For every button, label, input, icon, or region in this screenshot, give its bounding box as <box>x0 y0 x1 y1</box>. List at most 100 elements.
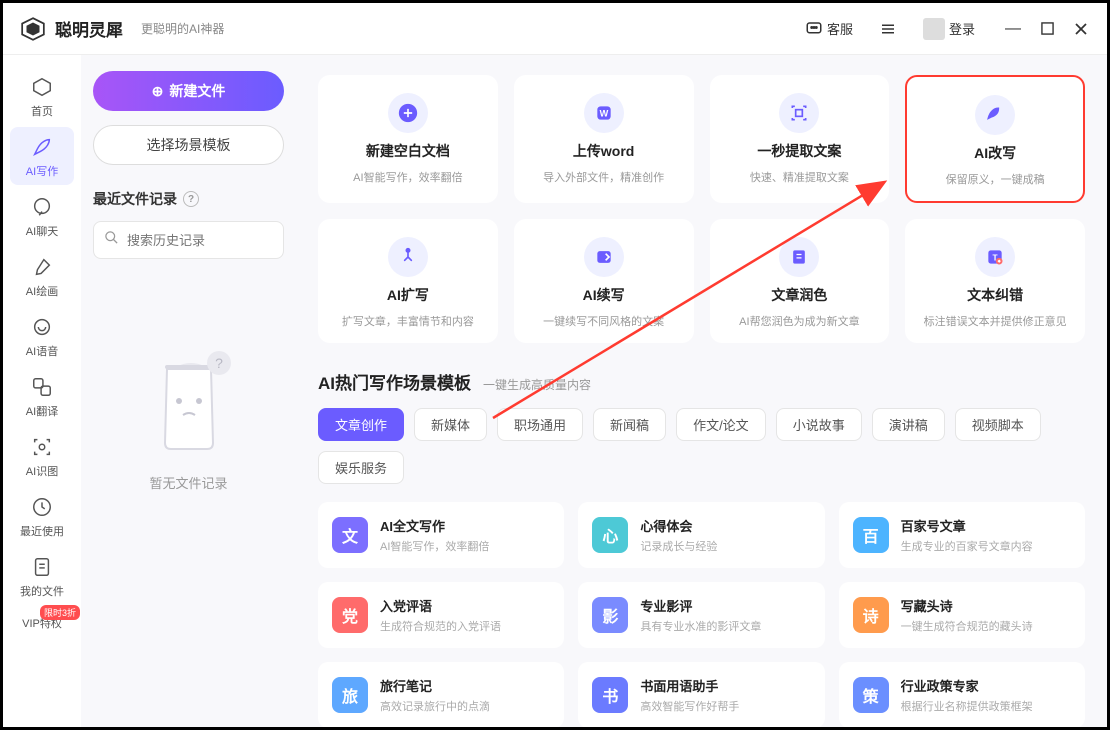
brush-icon <box>30 255 54 279</box>
new-file-button[interactable]: ⊕ 新建文件 <box>93 71 284 111</box>
sidebar-item-ai-write[interactable]: AI写作 <box>10 127 74 185</box>
scan-icon <box>30 435 54 459</box>
feature-card-expand[interactable]: AI扩写 扩写文章，丰富情节和内容 <box>318 219 498 343</box>
recent-title: 最近文件记录 <box>93 189 177 209</box>
hamburger-icon <box>879 20 897 38</box>
sidebar-item-my-files[interactable]: 我的文件 <box>10 547 74 605</box>
tab-2[interactable]: 职场通用 <box>497 408 583 441</box>
svg-text:W: W <box>599 108 608 118</box>
close-button[interactable] <box>1071 19 1091 39</box>
template-grid: 文 AI全文写作 AI智能写作，效率翻倍 心 心得体会 记录成长与经验 百 百家… <box>318 502 1085 727</box>
template-card-1[interactable]: 心 心得体会 记录成长与经验 <box>578 502 824 568</box>
main-content: 新建空白文档 AI智能写作，效率翻倍W 上传word 导入外部文件，精准创作 一… <box>296 55 1107 727</box>
template-icon: 策 <box>853 677 889 713</box>
choose-template-button[interactable]: 选择场景模板 <box>93 125 284 165</box>
sidebar-item-home[interactable]: 首页 <box>10 67 74 125</box>
search-box[interactable] <box>93 221 284 259</box>
tab-3[interactable]: 新闻稿 <box>593 408 666 441</box>
template-card-3[interactable]: 党 入党评语 生成符合规范的入党评语 <box>318 582 564 648</box>
template-title: 行业政策专家 <box>901 676 1033 695</box>
feature-card-rewrite[interactable]: AI改写 保留原义，一键成稿 <box>905 75 1085 203</box>
sidebar-label: AI聊天 <box>26 223 58 239</box>
continue-icon <box>584 237 624 277</box>
feature-card-polish[interactable]: 文章润色 AI帮您润色为成为新文章 <box>710 219 890 343</box>
tab-7[interactable]: 视频脚本 <box>955 408 1041 441</box>
template-card-5[interactable]: 诗 写藏头诗 一键生成符合规范的藏头诗 <box>839 582 1085 648</box>
search-input[interactable] <box>127 233 303 248</box>
sidebar-item-ai-image[interactable]: AI识图 <box>10 427 74 485</box>
template-text: 书面用语助手 高效智能写作好帮手 <box>640 676 739 714</box>
menu-button[interactable] <box>873 16 903 42</box>
feature-card-word[interactable]: W 上传word 导入外部文件，精准创作 <box>514 75 694 203</box>
correct-icon: T <box>975 237 1015 277</box>
template-card-7[interactable]: 书 书面用语助手 高效智能写作好帮手 <box>578 662 824 727</box>
template-card-8[interactable]: 策 行业政策专家 根据行业名称提供政策框架 <box>839 662 1085 727</box>
app-header: 聪明灵犀 更聪明的AI神器 客服 登录 — <box>3 3 1107 55</box>
sidebar-item-vip[interactable]: 限时3折 VIP特权 <box>10 607 74 637</box>
template-card-0[interactable]: 文 AI全文写作 AI智能写作，效率翻倍 <box>318 502 564 568</box>
minimize-button[interactable]: — <box>1003 19 1023 39</box>
support-label: 客服 <box>827 19 853 38</box>
tab-8[interactable]: 娱乐服务 <box>318 451 404 484</box>
feather-icon <box>30 135 54 159</box>
sidebar-item-ai-voice[interactable]: AI语音 <box>10 307 74 365</box>
template-text: 专业影评 具有专业水准的影评文章 <box>640 596 761 634</box>
template-text: AI全文写作 AI智能写作，效率翻倍 <box>380 516 489 554</box>
recent-files-heading: 最近文件记录 ? <box>93 189 284 209</box>
rewrite-icon <box>975 95 1015 135</box>
tab-4[interactable]: 作文/论文 <box>676 408 766 441</box>
feature-desc: AI帮您润色为成为新文章 <box>739 313 859 329</box>
category-tabs: 文章创作新媒体职场通用新闻稿作文/论文小说故事演讲稿视频脚本娱乐服务 <box>318 408 1085 484</box>
sidebar-item-ai-chat[interactable]: AI聊天 <box>10 187 74 245</box>
app-tagline: 更聪明的AI神器 <box>141 20 224 37</box>
template-desc: 高效记录旅行中的点滴 <box>380 698 490 714</box>
template-card-6[interactable]: 旅 旅行笔记 高效记录旅行中的点滴 <box>318 662 564 727</box>
template-desc: 生成符合规范的入党评语 <box>380 618 501 634</box>
feature-desc: 标注错误文本并提供修正意见 <box>924 313 1067 329</box>
translate-icon <box>30 375 54 399</box>
sidebar-item-ai-translate[interactable]: AI翻译 <box>10 367 74 425</box>
file-icon <box>30 555 54 579</box>
support-button[interactable]: 客服 <box>799 15 859 42</box>
template-icon: 百 <box>853 517 889 553</box>
maximize-button[interactable] <box>1037 19 1057 39</box>
tab-5[interactable]: 小说故事 <box>776 408 862 441</box>
empty-text: 暂无文件记录 <box>149 473 227 492</box>
feature-title: 文本纠错 <box>967 285 1023 305</box>
tab-6[interactable]: 演讲稿 <box>872 408 945 441</box>
svg-text:?: ? <box>215 355 223 371</box>
sidebar-label: 我的文件 <box>20 583 64 599</box>
feature-card-correct[interactable]: T 文本纠错 标注错误文本并提供修正意见 <box>905 219 1085 343</box>
template-card-2[interactable]: 百 百家号文章 生成专业的百家号文章内容 <box>839 502 1085 568</box>
login-label: 登录 <box>949 19 975 38</box>
sidebar-label: AI翻译 <box>26 403 58 419</box>
help-icon[interactable]: ? <box>183 191 199 207</box>
feature-card-continue[interactable]: AI续写 一键续写不同风格的文案 <box>514 219 694 343</box>
new-file-label: 新建文件 <box>169 81 225 101</box>
feature-desc: 保留原义，一键成稿 <box>946 171 1045 187</box>
polish-icon <box>779 237 819 277</box>
login-button[interactable]: 登录 <box>917 14 981 44</box>
feature-title: AI续写 <box>583 285 625 305</box>
tab-1[interactable]: 新媒体 <box>414 408 487 441</box>
app-name: 聪明灵犀 <box>55 16 123 41</box>
template-icon: 心 <box>592 517 628 553</box>
template-card-4[interactable]: 影 专业影评 具有专业水准的影评文章 <box>578 582 824 648</box>
template-icon: 旅 <box>332 677 368 713</box>
discount-badge: 限时3折 <box>40 605 80 620</box>
clock-icon <box>30 495 54 519</box>
choose-template-label: 选择场景模板 <box>147 137 231 153</box>
empty-state: ? 暂无文件记录 <box>93 339 284 492</box>
app-logo-icon <box>19 15 47 43</box>
tab-0[interactable]: 文章创作 <box>318 408 404 441</box>
template-title: 写藏头诗 <box>901 596 1033 615</box>
sidebar-item-ai-paint[interactable]: AI绘画 <box>10 247 74 305</box>
feature-card-extract[interactable]: 一秒提取文案 快速、精准提取文案 <box>710 75 890 203</box>
sidebar-item-recent[interactable]: 最近使用 <box>10 487 74 545</box>
template-desc: 记录成长与经验 <box>640 538 717 554</box>
plus-icon: ⊕ <box>152 83 164 100</box>
expand-icon <box>388 237 428 277</box>
feature-card-plus[interactable]: 新建空白文档 AI智能写作，效率翻倍 <box>318 75 498 203</box>
voice-icon <box>30 315 54 339</box>
sidebar-label: 首页 <box>31 103 53 119</box>
